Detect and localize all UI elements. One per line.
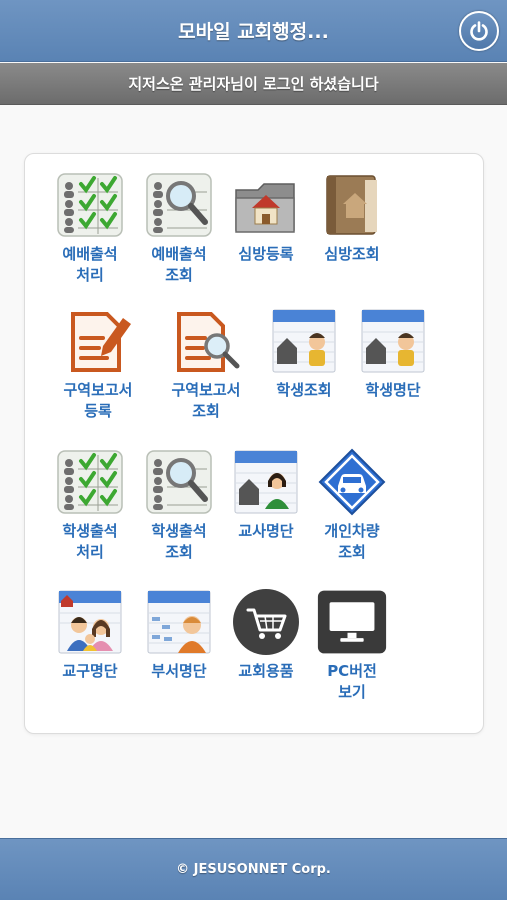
menu-student-view[interactable]: 학생조회 bbox=[258, 306, 350, 401]
book-house-icon bbox=[326, 175, 377, 235]
monitor-icon bbox=[317, 590, 387, 654]
menu-label: 교구명단 bbox=[62, 662, 118, 680]
car-sign-icon bbox=[318, 448, 386, 516]
menu-personal-vehicle-view[interactable]: 개인차량 조회 bbox=[306, 447, 398, 563]
page-title: 모바일 교회행정... bbox=[178, 21, 329, 43]
menu-label: 학생조회 bbox=[276, 381, 332, 399]
menu-label: 심방등록 bbox=[238, 245, 294, 263]
menu-visit-register[interactable]: 심방등록 bbox=[220, 170, 312, 265]
menu-label: 부서명단 bbox=[151, 662, 207, 680]
department-card-icon bbox=[147, 590, 211, 654]
menu-label: 예배출석 처리 bbox=[62, 245, 118, 284]
menu-label: 학생명단 bbox=[365, 381, 421, 399]
menu-label: 예배출석 조회 bbox=[151, 245, 207, 284]
shopping-cart-icon bbox=[233, 589, 299, 655]
menu-label: PC버전 보기 bbox=[327, 662, 377, 701]
attendance-check-icon bbox=[57, 173, 123, 237]
login-status-text: 지저스온 관리자님이 로그인 하셨습니다 bbox=[128, 75, 379, 93]
logout-button[interactable] bbox=[459, 11, 499, 51]
menu-label: 개인차량 조회 bbox=[324, 522, 380, 561]
menu-student-attendance-view[interactable]: 학생출석 조회 bbox=[133, 447, 225, 563]
menu-student-attendance-process[interactable]: 학생출석 처리 bbox=[44, 447, 136, 563]
menu-worship-attendance-process[interactable]: 예배출석 처리 bbox=[44, 170, 136, 286]
menu-worship-attendance-view[interactable]: 예배출석 조회 bbox=[133, 170, 225, 286]
app-header: 모바일 교회행정... bbox=[0, 0, 507, 62]
teacher-card-icon bbox=[234, 450, 298, 514]
menu-label: 구역보고서 조회 bbox=[171, 381, 241, 420]
attendance-search-icon bbox=[146, 173, 212, 237]
menu-district-report-register[interactable]: 구역보고서 등록 bbox=[52, 306, 144, 422]
copyright-text: © JESUSONNET Corp. bbox=[176, 862, 331, 877]
menu-church-supplies[interactable]: 교회용품 bbox=[220, 587, 312, 682]
menu-student-list[interactable]: 학생명단 bbox=[347, 306, 439, 401]
menu-label: 교사명단 bbox=[238, 522, 294, 540]
menu-teacher-list[interactable]: 교사명단 bbox=[220, 447, 312, 542]
document-search-icon bbox=[177, 312, 240, 372]
power-icon bbox=[470, 21, 488, 41]
attendance-check-icon bbox=[57, 450, 123, 514]
student-card-icon bbox=[361, 309, 425, 373]
menu-department-list[interactable]: 부서명단 bbox=[133, 587, 225, 682]
student-card-icon bbox=[272, 309, 336, 373]
document-pen-icon bbox=[71, 312, 131, 372]
menu-pc-version[interactable]: PC버전 보기 bbox=[306, 587, 398, 703]
attendance-search-icon bbox=[146, 450, 212, 514]
menu-label: 학생출석 처리 bbox=[62, 522, 118, 561]
app-footer: © JESUSONNET Corp. bbox=[0, 838, 507, 900]
folder-house-icon bbox=[235, 183, 295, 233]
menu-visit-view[interactable]: 심방조회 bbox=[306, 170, 398, 265]
menu-label: 교회용품 bbox=[238, 662, 294, 680]
menu-panel: 예배출석 처리 예배출석 조회 심방등록 심방조회 구역보고서 등록 구역보고서… bbox=[24, 153, 484, 734]
menu-label: 학생출석 조회 bbox=[151, 522, 207, 561]
login-status-bar: 지저스온 관리자님이 로그인 하셨습니다 bbox=[0, 63, 507, 105]
menu-district-report-view[interactable]: 구역보고서 조회 bbox=[160, 306, 252, 422]
family-card-icon bbox=[58, 590, 122, 654]
menu-label: 구역보고서 등록 bbox=[63, 381, 133, 420]
menu-parish-list[interactable]: 교구명단 bbox=[44, 587, 136, 682]
menu-label: 심방조회 bbox=[324, 245, 380, 263]
